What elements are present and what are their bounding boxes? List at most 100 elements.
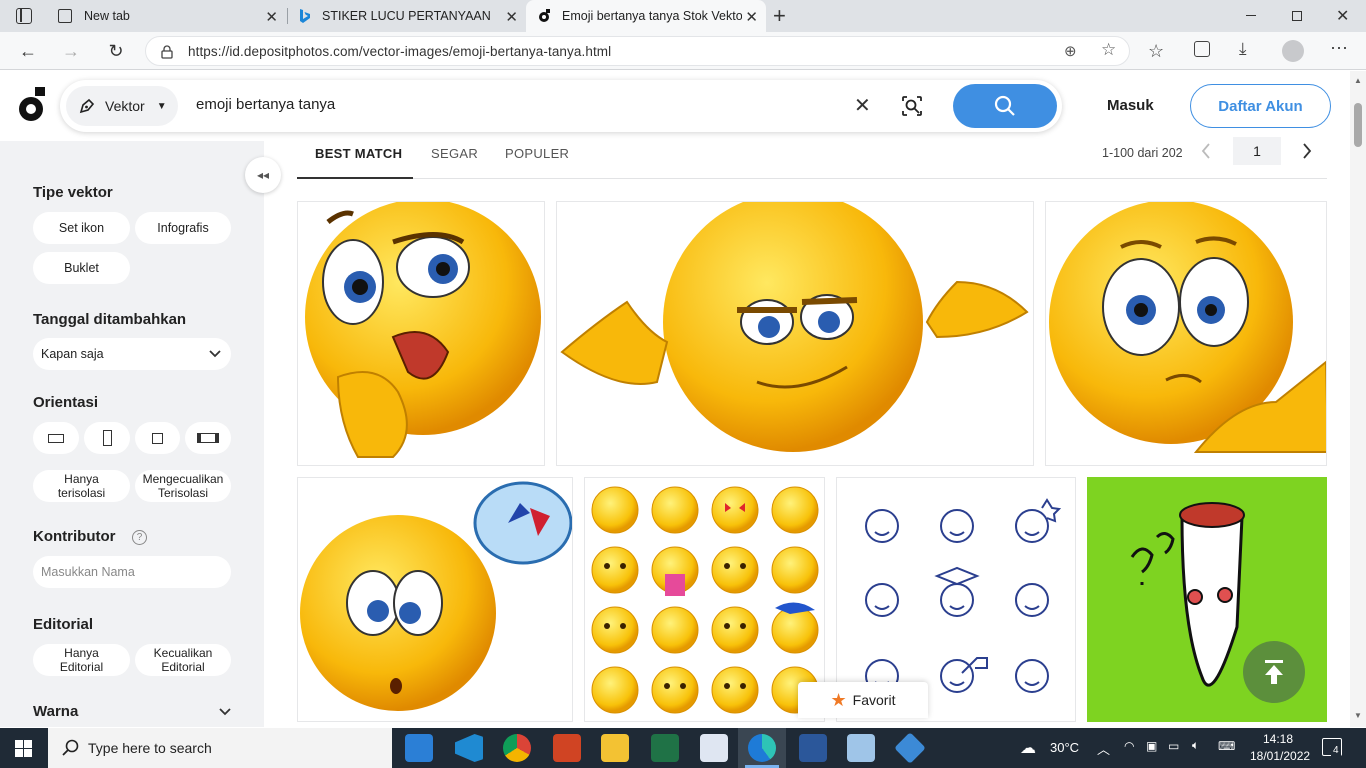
square-icon [152,432,163,444]
battery-icon[interactable]: ▭ [1168,739,1179,753]
tab-emoji-bertanya[interactable]: Emoji bertanya tanya Stok Vekto ✕ [526,0,766,32]
login-link[interactable]: Masuk [1107,97,1154,114]
next-page-icon[interactable] [1302,143,1312,159]
orientation-square[interactable] [135,422,180,454]
more-menu-icon[interactable]: ⋯ [1330,38,1348,59]
webcam-icon[interactable]: ▣ [1146,739,1157,753]
chevron-up-icon[interactable]: ︿ [1097,739,1110,758]
taskbar-search-box[interactable]: Type here to search [48,728,392,768]
tab-best-match[interactable]: BEST MATCH [315,146,402,161]
result-image-3[interactable] [1045,201,1327,466]
results-range: 1-100 dari 202 [1102,146,1183,160]
clear-search-icon[interactable]: ✕ [854,93,871,118]
active-tab-indicator [297,177,413,179]
clock-date[interactable]: 18/01/2022 [1250,749,1310,763]
close-tab-icon[interactable]: ✕ [265,8,278,26]
edge-browser-icon[interactable] [748,734,776,762]
depositphotos-logo[interactable] [18,87,48,123]
exclude-isolated-filter[interactable]: Mengecualikan Terisolasi [135,470,231,502]
result-image-4[interactable] [297,477,573,722]
scrollbar-thumb[interactable] [1354,103,1362,147]
filter-booklet[interactable]: Buklet [33,252,130,284]
result-image-1[interactable] [297,201,545,466]
orientation-panorama[interactable] [185,422,231,454]
close-tab-icon[interactable]: ✕ [745,8,758,26]
file-explorer-icon[interactable] [601,734,629,762]
depositphotos-favicon-icon [539,9,550,22]
add-favorite-icon[interactable]: ☆ [1101,40,1116,60]
orientation-vertical[interactable] [84,422,130,454]
exclude-editorial-filter[interactable]: Kecualikan Editorial [135,644,231,676]
powerpoint-icon[interactable] [553,734,581,762]
filter-icon-set[interactable]: Set ikon [33,212,130,244]
wifi-icon[interactable]: ◠ [1124,739,1134,753]
filter-infographic[interactable]: Infografis [135,212,231,244]
zoom-icon[interactable]: ⊕ [1064,42,1077,60]
previous-page-icon[interactable] [1201,143,1211,159]
orientation-horizontal[interactable] [33,422,79,454]
page-scrollbar[interactable]: ▲ ▼ [1350,71,1366,727]
mail-icon[interactable] [405,734,433,762]
image-editor-icon[interactable] [700,734,728,762]
sort-tabs-divider [297,178,1327,179]
tab-popular[interactable]: POPULER [505,146,569,161]
tab-title: Emoji bertanya tanya Stok Vekto [562,9,742,23]
result-image-5[interactable] [584,477,825,722]
tab-new-tab[interactable]: New tab ✕ [48,0,286,32]
chrome-icon[interactable] [503,734,531,762]
tab-stiker-lucu[interactable]: STIKER LUCU PERTANYAAN - Bin ✕ [288,0,526,32]
date-added-select[interactable]: Kapan saja [33,338,231,370]
color-heading[interactable]: Warna [33,703,78,720]
excel-icon[interactable] [651,734,679,762]
notification-center-button[interactable]: 4 [1322,738,1342,756]
word-icon[interactable] [799,734,827,762]
emoji-set-grid-illustration [591,486,819,714]
weather-temperature[interactable]: 30°C [1050,740,1079,755]
chevron-down-icon[interactable] [219,708,231,716]
minimize-icon[interactable] [1246,15,1256,16]
virtualbox-icon[interactable] [847,734,875,762]
volume-icon[interactable]: 🔈︎ [1192,738,1199,753]
keyboard-icon[interactable]: ⌨ [1218,739,1235,753]
register-button[interactable]: Daftar Akun [1190,84,1331,128]
network-app-icon[interactable] [894,732,926,764]
vscode-icon[interactable] [455,734,483,762]
scroll-down-arrow-icon[interactable]: ▼ [1354,711,1362,720]
windows-start-icon[interactable] [15,740,32,757]
favorite-button[interactable]: ★ Favorit [798,682,928,718]
favorites-icon[interactable]: ☆ [1148,41,1164,62]
editorial-only-filter[interactable]: Hanya Editorial [33,644,130,676]
search-button[interactable] [953,84,1057,128]
page-number-input[interactable]: 1 [1233,137,1281,165]
scroll-up-arrow-icon[interactable]: ▲ [1354,76,1362,85]
tab-actions-icon[interactable] [16,8,32,24]
weather-icon[interactable]: ☁ [1020,738,1036,758]
isolated-only-filter[interactable]: Hanya terisolasi [33,470,130,502]
content-type-dropdown[interactable]: Vektor ▼ [66,86,178,126]
bing-icon [300,9,310,23]
scroll-to-top-button[interactable] [1243,641,1305,703]
close-window-icon[interactable]: ✕ [1336,6,1349,26]
profile-avatar[interactable] [1282,40,1304,62]
restore-icon[interactable] [1292,11,1302,21]
search-input[interactable]: emoji bertanya tanya [196,96,335,113]
collapse-sidebar-button[interactable]: ◂◂ [245,157,281,193]
contributor-heading: Kontributor [33,528,116,545]
result-image-2[interactable] [556,201,1034,466]
contributor-input[interactable]: Masukkan Nama [33,556,231,588]
clock-time[interactable]: 14:18 [1263,732,1293,746]
back-icon[interactable]: ← [15,38,41,64]
lock-icon [161,45,173,59]
visual-search-icon[interactable] [900,94,924,118]
collections-icon[interactable] [1194,41,1210,57]
tab-title: STIKER LUCU PERTANYAAN - Bin [322,9,492,23]
search-icon [994,95,1015,116]
new-tab-plus-icon[interactable]: + [773,3,786,29]
help-icon[interactable]: ? [132,530,147,545]
downloads-icon[interactable]: ⤓ [1239,39,1247,59]
close-tab-icon[interactable]: ✕ [505,8,518,26]
forward-icon[interactable]: → [58,38,84,64]
refresh-icon[interactable]: ↻ [103,38,129,64]
url-field[interactable]: https://id.depositphotos.com/vector-imag… [145,36,1130,66]
tab-fresh[interactable]: SEGAR [431,146,478,161]
